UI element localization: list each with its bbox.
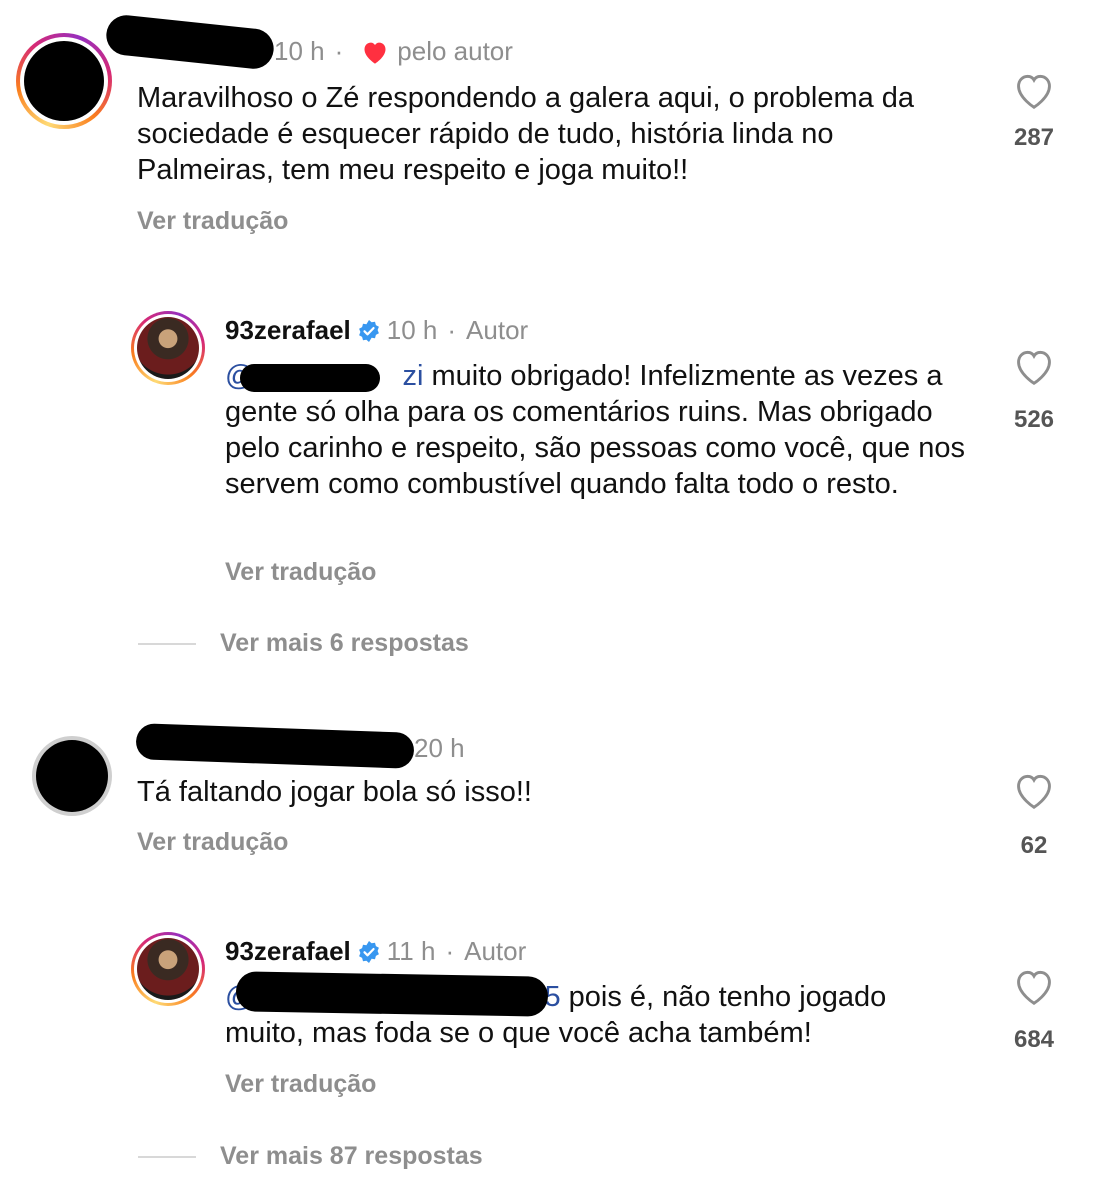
separator-dot: · [334, 36, 344, 66]
reply-time: 10 h [386, 315, 438, 345]
comment-time: 20 h [414, 733, 465, 763]
see-translation-link[interactable]: Ver tradução [225, 558, 376, 587]
redacted-mention [235, 971, 549, 1017]
comment-time: 10 h [274, 36, 325, 66]
comment-text: Tá faltando jogar bola só isso!! [137, 776, 532, 808]
separator-dot: · [445, 936, 455, 966]
like-button[interactable]: 62 [1004, 770, 1064, 860]
author-label: Autor [464, 936, 527, 966]
author-label: Autor [466, 315, 529, 345]
see-translation-link[interactable]: Ver tradução [137, 207, 288, 236]
like-count: 62 [1020, 832, 1048, 859]
heart-outline-icon [1017, 74, 1051, 109]
like-count: 287 [1013, 124, 1055, 151]
view-more-replies-button[interactable]: Ver mais 87 respostas [138, 1142, 483, 1171]
heart-outline-icon [1017, 350, 1051, 385]
redacted-username [104, 13, 276, 71]
see-translation-link[interactable]: Ver tradução [137, 828, 288, 857]
view-more-replies-label: Ver mais 6 respostas [220, 629, 469, 657]
comment-text: Maravilhoso o Zé respondendo a galera aq… [137, 82, 915, 186]
like-button[interactable]: 526 [1004, 346, 1064, 434]
divider-line [138, 642, 196, 645]
view-more-replies-label: Ver mais 87 respostas [220, 1142, 483, 1170]
reply-username[interactable]: 93zerafael [225, 315, 351, 346]
view-more-replies-button[interactable]: Ver mais 6 respostas [138, 629, 469, 658]
verified-badge-icon [358, 940, 379, 963]
redacted-mention [240, 364, 380, 392]
liked-by-author-label: pelo autor [397, 36, 513, 66]
reply-avatar[interactable] [131, 932, 205, 1006]
heart-outline-icon [1017, 970, 1051, 1005]
reply-time: 11 h [386, 936, 436, 966]
like-count: 526 [1013, 406, 1055, 433]
heart-outline-icon [1017, 774, 1051, 809]
like-count: 684 [1013, 1026, 1055, 1053]
redacted-username [135, 723, 415, 769]
mention-tail[interactable]: zi [402, 360, 423, 392]
like-button[interactable]: 684 [1004, 966, 1064, 1054]
verified-badge-icon [358, 319, 379, 342]
reply-username[interactable]: 93zerafael [225, 936, 351, 967]
heart-filled-icon [364, 42, 386, 64]
divider-line [138, 1155, 196, 1158]
see-translation-link[interactable]: Ver tradução [225, 1070, 376, 1099]
commenter-avatar[interactable] [16, 33, 112, 129]
like-button[interactable]: 287 [1004, 70, 1064, 152]
reply-avatar[interactable] [131, 311, 205, 385]
commenter-avatar[interactable] [32, 736, 112, 816]
separator-dot: · [447, 315, 457, 345]
